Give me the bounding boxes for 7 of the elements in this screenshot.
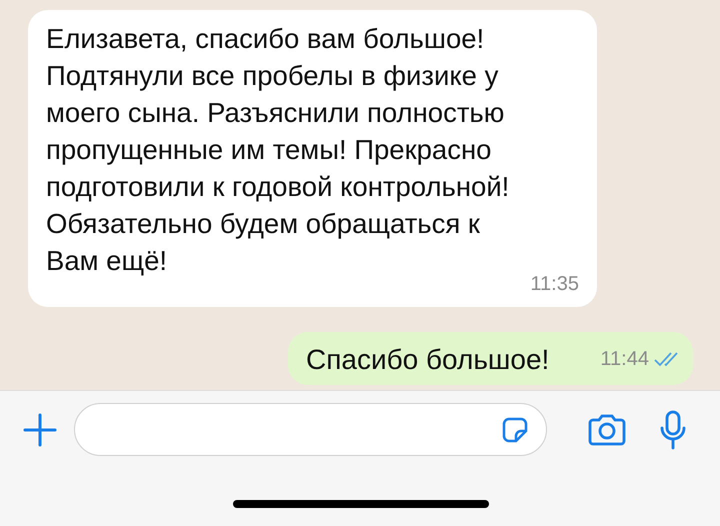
- message-text: Спасибо большое!: [306, 343, 550, 377]
- message-text: Елизавета, спасибо вам большое! Подтянули все пробелы в физике у моего сына. Разъяснили полностью пропущенные им темы! Прекрасно подготовили к годовой контрольной! Обязательно будем обращаться к Вам ещё!: [46, 22, 510, 278]
- add-icon[interactable]: [22, 412, 58, 448]
- message-time: 11:44: [600, 347, 649, 372]
- camera-icon[interactable]: [587, 412, 627, 446]
- microphone-icon[interactable]: [659, 410, 687, 450]
- message-time: 11:35: [530, 272, 579, 297]
